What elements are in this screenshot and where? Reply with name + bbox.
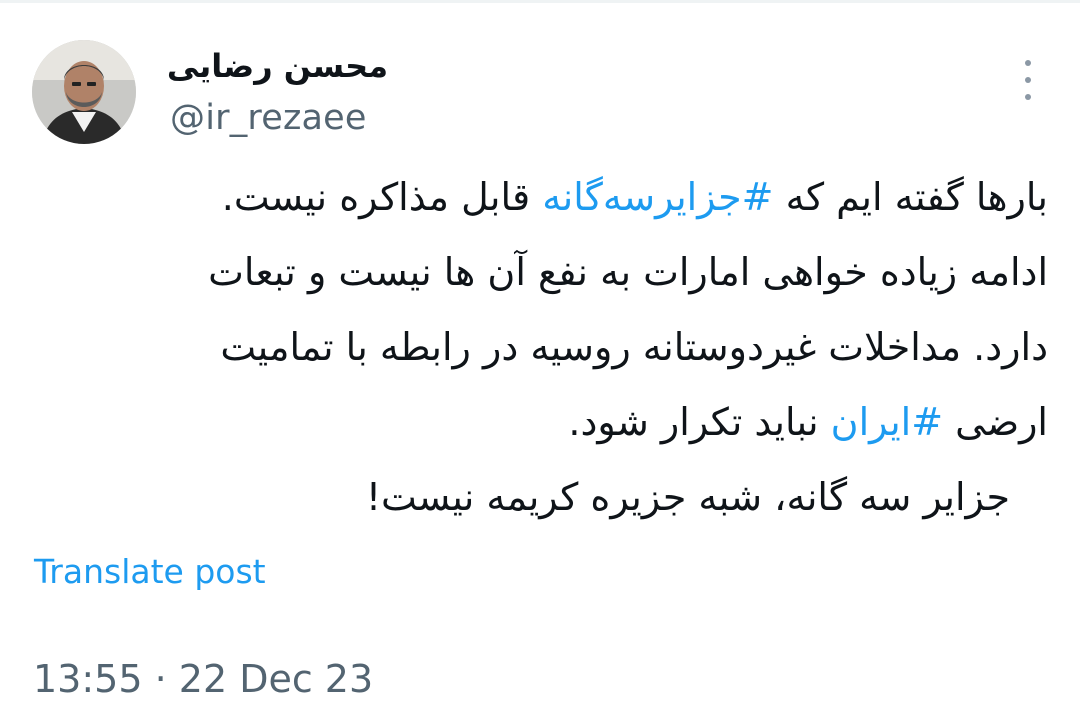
author-handle[interactable]: @ir_rezaee xyxy=(170,96,367,140)
timestamp-separator: · xyxy=(142,657,179,701)
hashtag-link[interactable]: #ایران xyxy=(831,400,943,444)
post-date[interactable]: 22 Dec 23 xyxy=(179,657,373,701)
tweet-line-5: جزایر سه گانه، شبه جزیره کریمه نیست! xyxy=(365,475,1010,519)
tweet-line-4: ارضی #ایران نباید تکرار شود. xyxy=(100,385,1048,460)
tweet-text: بارها گفته ایم که #جزایرسه‌گانه قابل مذا… xyxy=(100,160,1048,535)
more-options-button[interactable] xyxy=(1016,60,1040,100)
tweet-text-segment: قابل مذاکره نیست. xyxy=(221,175,543,219)
more-vertical-icon-dot xyxy=(1025,94,1031,100)
more-vertical-icon xyxy=(1025,60,1031,66)
profile-photo-icon xyxy=(32,40,136,144)
post-timestamp[interactable]: 13:55 · 22 Dec 23 xyxy=(33,654,373,704)
tweet-text-segment: بارها گفته ایم که xyxy=(773,175,1048,219)
hashtag-link[interactable]: #جزایرسه‌گانه xyxy=(542,175,773,219)
top-divider xyxy=(0,0,1080,3)
post-time[interactable]: 13:55 xyxy=(33,657,143,701)
tweet-text-segment: نباید تکرار شود. xyxy=(568,400,831,444)
tweet-line-2: ادامه زیاده خواهی امارات به نفع آن ها نی… xyxy=(208,250,1048,294)
tweet-line-3: دارد. مداخلات غیردوستانه روسیه در رابطه … xyxy=(220,325,1048,369)
translate-post-link[interactable]: Translate post xyxy=(34,550,266,594)
avatar[interactable] xyxy=(32,40,136,144)
tweet-text-segment: ارضی xyxy=(943,400,1048,444)
more-vertical-icon-dot xyxy=(1025,77,1031,83)
tweet-line-1: بارها گفته ایم که #جزایرسه‌گانه قابل مذا… xyxy=(100,160,1048,235)
author-display-name[interactable]: محسن رضایی xyxy=(160,44,388,88)
